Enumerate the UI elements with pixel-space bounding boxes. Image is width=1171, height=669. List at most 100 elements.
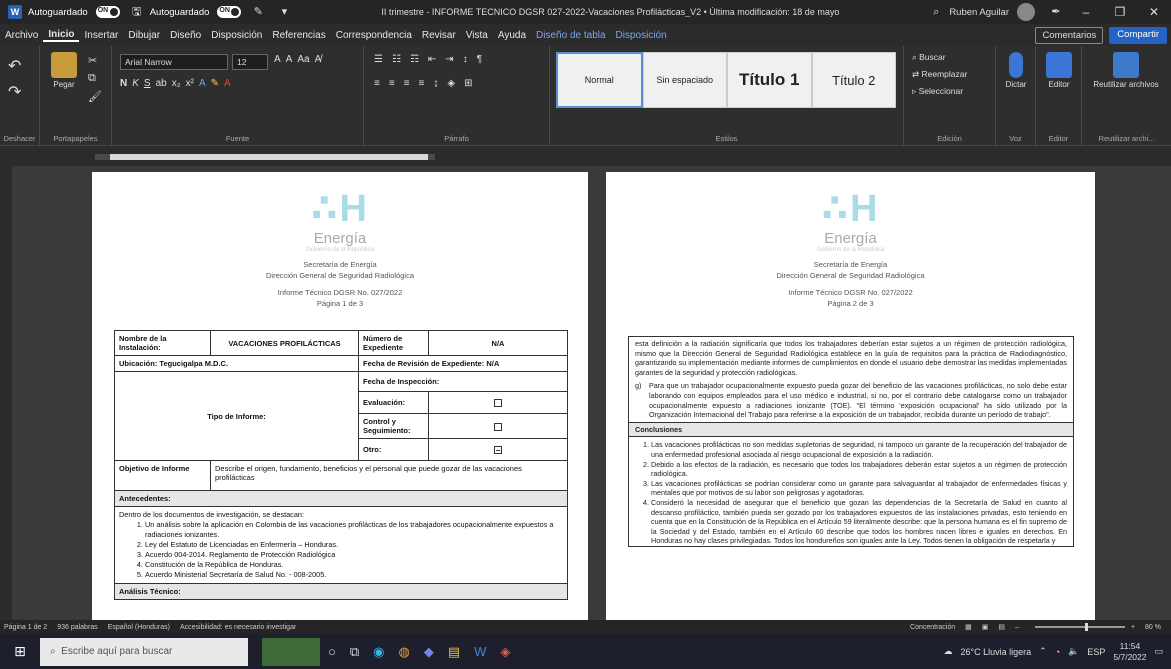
teams-icon[interactable]: ◆: [424, 644, 434, 660]
font-color-icon[interactable]: A: [224, 78, 231, 89]
word-icon[interactable]: W: [474, 644, 486, 660]
menu-ayuda[interactable]: Ayuda: [493, 30, 531, 41]
store-icon[interactable]: ◈: [500, 644, 510, 660]
bold-button[interactable]: N: [120, 78, 127, 89]
menu-referencias[interactable]: Referencias: [267, 30, 330, 41]
objetivo-value[interactable]: Describe el origen, fundamento, benefici…: [210, 460, 568, 491]
focus-mode-button[interactable]: Concentración: [910, 624, 955, 631]
chevron-up-icon[interactable]: ⌃: [1039, 646, 1047, 657]
customize-dropdown-icon[interactable]: ▾: [277, 5, 291, 19]
dictate-button[interactable]: Dictar: [1000, 52, 1032, 89]
taskbar-search[interactable]: ⌕ Escribe aquí para buscar: [40, 637, 248, 666]
user-name[interactable]: Ruben Aguilar: [949, 7, 1009, 18]
strikethrough-button[interactable]: ab: [156, 78, 167, 89]
print-layout-icon[interactable]: ▣: [982, 623, 989, 631]
save-icon[interactable]: 🖫: [130, 5, 144, 19]
menu-insertar[interactable]: Insertar: [79, 30, 123, 41]
close-button[interactable]: ✕: [1137, 5, 1171, 19]
text-effects-icon[interactable]: A: [199, 78, 206, 89]
status-language[interactable]: Español (Honduras): [108, 624, 170, 631]
justify-icon[interactable]: ≡: [419, 78, 425, 89]
network-icon[interactable]: ◔: [1055, 647, 1060, 657]
bullets-icon[interactable]: ☰: [374, 54, 383, 65]
status-page[interactable]: Página 1 de 2: [4, 624, 47, 631]
document-title[interactable]: II trimestre - INFORME TECNICO DGSR 027-…: [297, 7, 923, 17]
sort-icon[interactable]: ↕: [463, 54, 468, 65]
find-button[interactable]: ⌕ Buscar: [912, 52, 967, 63]
fecha-revision-cell[interactable]: Fecha de Revisión de Expediente: N/A: [358, 355, 568, 372]
font-size-select[interactable]: 12: [232, 54, 268, 70]
editor-button[interactable]: Editor: [1042, 52, 1076, 89]
windows-start-icon[interactable]: ⊞: [0, 643, 40, 660]
numbering-icon[interactable]: ☷: [392, 54, 401, 65]
share-button[interactable]: Compartir: [1109, 26, 1167, 44]
volume-icon[interactable]: 🔈: [1068, 646, 1079, 657]
highlight-icon[interactable]: ✎: [211, 78, 219, 89]
underline-button[interactable]: S: [144, 78, 151, 89]
style-titulo-2[interactable]: Título 2: [811, 52, 896, 108]
superscript-button[interactable]: x²: [186, 78, 194, 89]
style-normal[interactable]: Normal: [556, 52, 643, 108]
borders-icon[interactable]: ⊞: [464, 78, 472, 89]
font-name-select[interactable]: Arial Narrow: [120, 54, 228, 70]
line-spacing-icon[interactable]: ↨: [433, 78, 438, 89]
menu-diseno[interactable]: Diseño: [165, 30, 206, 41]
format-painter-icon[interactable]: 🖌: [88, 90, 102, 103]
redo-icon[interactable]: ↷: [8, 82, 21, 102]
show-marks-icon[interactable]: ¶: [477, 54, 482, 65]
grow-font-icon[interactable]: A: [274, 54, 281, 65]
menu-inicio[interactable]: Inicio: [43, 29, 80, 42]
weather-icon[interactable]: ☁: [944, 646, 953, 657]
clock[interactable]: 11:54 5/7/2022: [1113, 641, 1146, 663]
shrink-font-icon[interactable]: A: [286, 54, 293, 65]
zoom-in-button[interactable]: +: [1131, 624, 1135, 631]
autosave-toggle[interactable]: ON: [95, 6, 120, 18]
style-sin-espaciado[interactable]: Sin espaciado: [642, 52, 727, 108]
minimize-button[interactable]: –: [1069, 5, 1103, 19]
page2-body[interactable]: esta definición a la radiación significa…: [628, 336, 1074, 547]
autosave-toggle-2[interactable]: ON: [217, 6, 242, 18]
notifications-icon[interactable]: ▭: [1154, 646, 1163, 657]
zoom-slider[interactable]: [1034, 623, 1125, 631]
comments-button[interactable]: Comentarios: [1035, 26, 1104, 44]
chrome-icon[interactable]: ◍: [399, 644, 410, 660]
italic-button[interactable]: K: [132, 78, 139, 89]
copy-icon[interactable]: ⧉: [88, 72, 96, 85]
evaluacion-checkbox[interactable]: [428, 391, 568, 414]
explorer-icon[interactable]: ▤: [448, 644, 460, 660]
pen-icon[interactable]: ✒: [1049, 5, 1063, 19]
cortana-icon[interactable]: ○: [328, 644, 336, 660]
menu-disposicion[interactable]: Disposición: [206, 30, 267, 41]
cut-icon[interactable]: ✂: [88, 54, 97, 67]
status-words[interactable]: 936 palabras: [57, 624, 97, 631]
antecedentes-body[interactable]: Dentro de los documentos de investigació…: [114, 506, 568, 584]
expediente-value[interactable]: N/A: [428, 330, 568, 356]
decrease-indent-icon[interactable]: ⇤: [428, 54, 436, 65]
web-layout-icon[interactable]: ▤: [998, 623, 1005, 631]
status-accessibility[interactable]: Accesibilidad: es necesario investigar: [180, 624, 296, 631]
zoom-out-button[interactable]: –: [1015, 624, 1019, 631]
avatar[interactable]: [1017, 3, 1035, 21]
search-highlight-image[interactable]: [262, 637, 320, 666]
menu-vista[interactable]: Vista: [461, 30, 493, 41]
subscript-button[interactable]: x₂: [172, 78, 181, 89]
style-titulo-1[interactable]: Título 1: [727, 52, 812, 108]
ubicacion-cell[interactable]: Ubicación: Tegucigalpa M.D.C.: [114, 355, 359, 372]
control-checkbox[interactable]: [428, 413, 568, 439]
menu-dibujar[interactable]: Dibujar: [123, 30, 165, 41]
maximize-button[interactable]: ❐: [1103, 5, 1137, 19]
increase-indent-icon[interactable]: ⇥: [445, 54, 453, 65]
fecha-inspeccion-cell[interactable]: Fecha de Inspección:: [358, 371, 568, 392]
paste-button[interactable]: Pegar: [46, 52, 82, 89]
align-left-icon[interactable]: ≡: [374, 78, 380, 89]
clear-format-icon[interactable]: A̸: [315, 54, 322, 65]
replace-button[interactable]: ⇄ Reemplazar: [912, 69, 967, 80]
menu-diseno-tabla[interactable]: Diseño de tabla: [531, 30, 611, 41]
vertical-ruler[interactable]: [0, 166, 12, 655]
align-right-icon[interactable]: ≡: [404, 78, 410, 89]
menu-revisar[interactable]: Revisar: [417, 30, 461, 41]
menu-disposicion-tabla[interactable]: Disposición: [611, 30, 672, 41]
search-icon[interactable]: ⌕: [929, 5, 943, 19]
menu-archivo[interactable]: Archivo: [0, 30, 43, 41]
undo-icon[interactable]: ↶: [8, 56, 21, 76]
